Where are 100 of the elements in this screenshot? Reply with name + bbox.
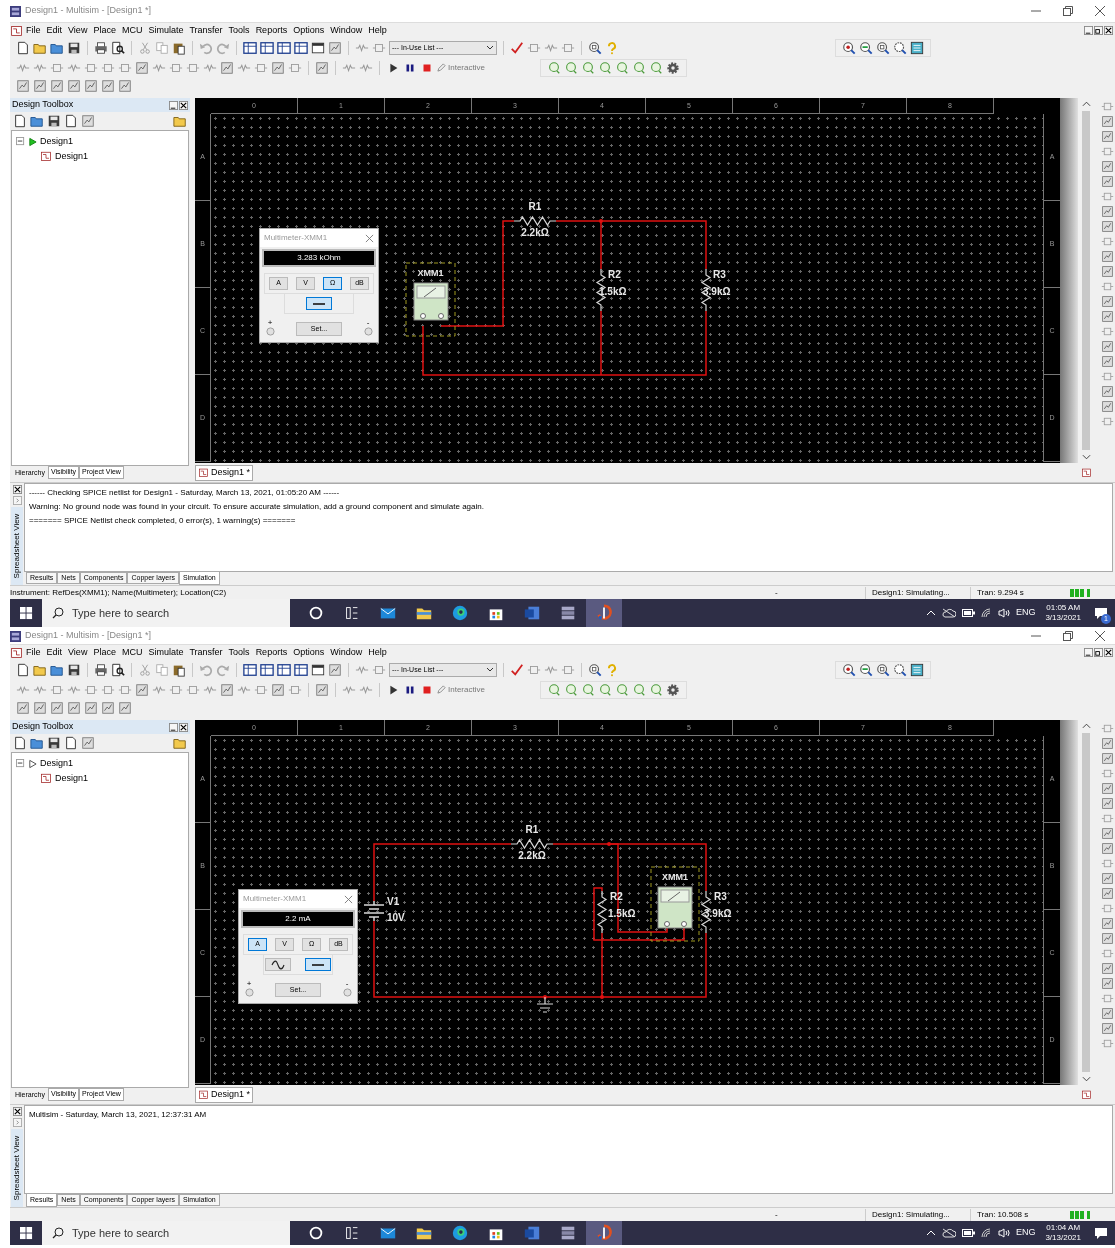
component-icon[interactable] (271, 60, 285, 75)
component-icon[interactable] (1101, 280, 1114, 293)
scroll-down-icon[interactable] (1081, 1076, 1091, 1082)
page-icon[interactable] (13, 114, 27, 128)
component-icon[interactable] (561, 41, 575, 55)
component-icon[interactable] (135, 60, 149, 75)
grid-window-icon[interactable] (243, 41, 257, 55)
magnifier-icon[interactable] (588, 41, 602, 55)
page-icon[interactable] (16, 41, 30, 55)
component-icon[interactable] (84, 701, 98, 715)
component-icon[interactable] (101, 701, 115, 715)
menu-item[interactable]: Edit (43, 645, 66, 660)
printer-icon[interactable] (94, 663, 108, 677)
notification-icon[interactable] (1094, 1226, 1108, 1240)
close-icon[interactable] (12, 485, 22, 494)
language-indicator[interactable]: ENG (1015, 606, 1036, 620)
speaker-icon[interactable] (997, 608, 1010, 618)
menu-item[interactable]: Reports (252, 23, 291, 38)
dc-button[interactable] (306, 297, 332, 310)
search-box[interactable]: Type here to search (42, 599, 290, 627)
page-icon[interactable] (16, 663, 30, 677)
component-icon[interactable] (544, 41, 558, 55)
component-icon[interactable] (50, 79, 64, 93)
component-icon[interactable] (1101, 722, 1114, 735)
cloud-icon[interactable] (941, 608, 956, 618)
component-icon[interactable] (328, 41, 342, 55)
component-icon[interactable] (1101, 962, 1114, 975)
restore-icon[interactable] (1063, 631, 1073, 641)
app-icon[interactable] (586, 599, 622, 627)
component-icon[interactable] (1101, 385, 1114, 398)
probe-icon[interactable] (632, 682, 646, 697)
grid-window-icon[interactable] (243, 663, 257, 677)
redo-icon[interactable] (216, 663, 230, 677)
folder-icon[interactable] (30, 114, 44, 128)
menu-item[interactable]: View (65, 23, 91, 38)
speaker-icon[interactable] (997, 1228, 1010, 1238)
check-icon[interactable] (510, 41, 524, 55)
battery-icon[interactable] (961, 1229, 975, 1237)
restore-icon[interactable] (1063, 6, 1073, 16)
zoom-out-icon[interactable] (859, 663, 873, 677)
cloud-icon[interactable] (941, 1228, 956, 1238)
window-icon[interactable] (311, 663, 325, 677)
component-icon[interactable] (1101, 400, 1114, 413)
clipboard-icon[interactable] (172, 41, 186, 55)
minimize-icon[interactable] (1084, 648, 1093, 657)
component-icon[interactable] (1101, 1022, 1114, 1035)
grid-window-icon[interactable] (277, 41, 291, 55)
schematic-icon[interactable] (1081, 467, 1092, 478)
component-icon[interactable] (101, 79, 115, 93)
component-icon[interactable] (1101, 977, 1114, 990)
component-icon[interactable] (1101, 947, 1114, 960)
terminal-icon[interactable] (265, 327, 275, 336)
component-icon[interactable] (1101, 115, 1114, 128)
menu-item[interactable]: Help (365, 23, 390, 38)
app-icon[interactable] (586, 1221, 622, 1245)
close-icon[interactable] (1104, 648, 1113, 657)
interactive-button[interactable]: Interactive (437, 61, 537, 74)
restore-icon[interactable] (1094, 26, 1103, 35)
component-icon[interactable] (1101, 797, 1114, 810)
component-icon[interactable] (220, 682, 234, 697)
clock[interactable]: 01:05 AM 3/13/2021 (1041, 603, 1085, 623)
undo-icon[interactable] (199, 663, 213, 677)
probe-icon[interactable] (581, 682, 595, 697)
tree-item[interactable]: Design1 (55, 771, 89, 785)
notification-icon[interactable] (1094, 606, 1108, 620)
component-icon[interactable] (1101, 250, 1114, 263)
magnifier-icon[interactable] (876, 663, 890, 677)
magnifier-icon[interactable] (588, 663, 602, 677)
component-icon[interactable] (220, 60, 234, 75)
component-icon[interactable] (527, 663, 541, 677)
minimize-icon[interactable] (169, 722, 178, 732)
component-icon[interactable] (81, 736, 95, 750)
grid-window-icon[interactable] (277, 663, 291, 677)
component-icon[interactable] (1101, 310, 1114, 323)
minimize-icon[interactable] (1084, 26, 1093, 35)
component-icon[interactable] (1101, 887, 1114, 900)
gear-icon[interactable] (666, 60, 680, 75)
grid-window-icon[interactable] (260, 41, 274, 55)
collapse-icon[interactable] (16, 759, 25, 769)
menu-item[interactable]: Tools (225, 23, 253, 38)
menu-item[interactable]: Options (290, 645, 328, 660)
printer-icon[interactable] (94, 41, 108, 55)
redo-icon[interactable] (216, 41, 230, 55)
document-tab[interactable]: Design1 * (195, 1086, 254, 1103)
component-icon[interactable] (67, 79, 81, 93)
component-icon[interactable] (135, 682, 149, 697)
page-icon[interactable] (13, 736, 27, 750)
component-icon[interactable] (1101, 370, 1114, 383)
gear-icon[interactable] (666, 682, 680, 697)
ac-button[interactable] (265, 958, 291, 971)
component-icon[interactable] (1101, 265, 1114, 278)
interactive-button[interactable]: Interactive (437, 683, 537, 696)
clipboard-icon[interactable] (172, 663, 186, 677)
probe-icon[interactable] (615, 682, 629, 697)
collapse-icon[interactable] (16, 137, 25, 147)
close-icon[interactable] (12, 1107, 22, 1116)
menu-item[interactable]: Place (90, 645, 119, 660)
terminal-icon[interactable] (244, 988, 254, 997)
menu-item[interactable]: Simulate (145, 645, 187, 660)
component-icon[interactable] (1101, 205, 1114, 218)
